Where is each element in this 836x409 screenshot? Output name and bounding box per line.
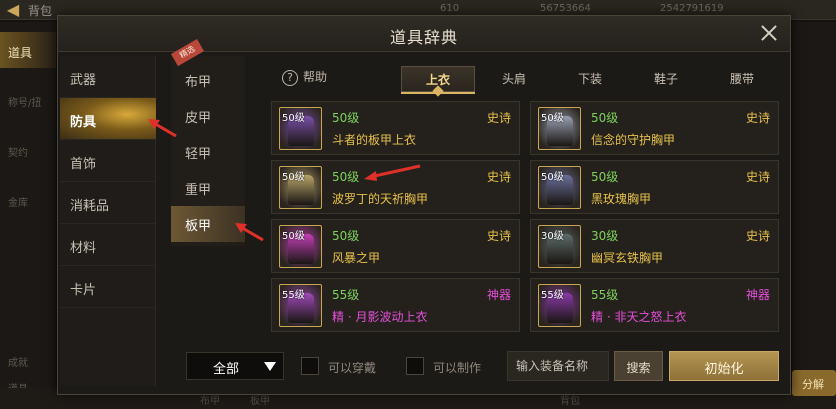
thumbnail-level: 50级	[282, 113, 305, 124]
item-thumbnail[interactable]: 55级	[538, 284, 581, 327]
item-name: 斗者的板甲上衣	[332, 133, 417, 147]
item-level: 50级	[332, 229, 360, 243]
background-title: 背包	[28, 4, 53, 18]
item-thumbnail[interactable]: 50级	[538, 166, 581, 209]
bg-sidebar-item-contract[interactable]: 契约	[0, 132, 56, 168]
item-name: 精 · 非天之怒上衣	[591, 310, 687, 324]
item-level: 50级	[591, 170, 619, 184]
tab-belt[interactable]: 腰带	[705, 66, 779, 92]
dialog-header: 道具辞典	[58, 16, 790, 52]
bg-sidebar-item-vault[interactable]: 金库	[0, 182, 56, 218]
tab-shoulder[interactable]: 头肩	[477, 66, 551, 92]
background-right-panel	[792, 22, 836, 409]
thumbnail-level: 50级	[282, 231, 305, 242]
search-button[interactable]: 搜索	[614, 351, 663, 381]
item-rarity: 神器	[486, 288, 511, 302]
thumbnail-level: 55级	[282, 290, 305, 301]
item-rarity: 史诗	[745, 170, 770, 184]
can-craft-label: 可以制作	[433, 361, 482, 375]
item-card[interactable]: 50级 50级 史诗斗者的板甲上衣	[271, 101, 520, 155]
tab-shoes[interactable]: 鞋子	[629, 66, 703, 92]
help-link[interactable]: ? 帮助	[282, 68, 327, 88]
category-card[interactable]: 卡片	[60, 266, 156, 308]
item-level: 50级	[332, 170, 360, 184]
item-thumbnail[interactable]: 50级	[279, 166, 322, 209]
bg-sidebar-item-items[interactable]: 道具	[0, 32, 56, 68]
item-card[interactable]: 30级 30级 史诗幽冥玄铁胸甲	[530, 219, 779, 273]
item-grid: 50级 50级 史诗 斗者的板甲上衣 50级 50级 史诗 信念的守护胸甲 50级 50级 史诗 波罗…	[271, 101, 779, 341]
reset-button[interactable]: 初始化	[669, 351, 779, 381]
item-card[interactable]: 50级 50级 史诗风暴之甲	[271, 219, 520, 273]
background-sidebar: 道具 称号/扭 契约 金库 成就 道具	[0, 22, 56, 409]
item-level: 50级	[332, 111, 360, 125]
item-level: 30级	[591, 229, 619, 243]
armor-type-leather[interactable]: 皮甲	[171, 98, 245, 134]
armor-type-cloth[interactable]: 布甲	[171, 62, 245, 98]
thumbnail-level: 30级	[541, 231, 564, 242]
thumbnail-level: 50级	[282, 172, 305, 183]
item-rarity: 史诗	[745, 229, 770, 243]
item-thumbnail[interactable]: 50级	[279, 225, 322, 268]
item-card[interactable]: 55级 55级 神器精 · 月影波动上衣	[271, 278, 520, 332]
back-arrow-icon[interactable]: ◀	[4, 1, 22, 19]
armor-type-list: 布甲 皮甲 轻甲 重甲 板甲	[171, 56, 245, 246]
item-rarity: 史诗	[745, 111, 770, 125]
item-level: 55级	[332, 288, 360, 302]
can-craft-checkbox[interactable]	[406, 357, 424, 375]
close-icon[interactable]	[758, 22, 780, 44]
dropdown-arrow-icon[interactable]	[264, 362, 276, 371]
tab-pants[interactable]: 下装	[553, 66, 627, 92]
category-list: 武器 防具 首饰 消耗品 材料 卡片	[60, 56, 156, 386]
armor-type-heavy[interactable]: 重甲	[171, 170, 245, 206]
disassemble-button[interactable]: 分解	[792, 370, 836, 396]
annotation-arrow-plate-icon	[235, 223, 264, 242]
item-name: 波罗丁的天祈胸甲	[332, 192, 429, 206]
resource-count-1: 610	[440, 3, 460, 14]
category-weapon[interactable]: 武器	[60, 56, 156, 98]
armor-type-light[interactable]: 轻甲	[171, 134, 245, 170]
category-armor[interactable]: 防具	[60, 98, 156, 140]
item-rarity: 神器	[745, 288, 770, 302]
category-consumable[interactable]: 消耗品	[60, 182, 156, 224]
thumbnail-level: 55级	[541, 290, 564, 301]
item-level: 50级	[591, 111, 619, 125]
item-dictionary-dialog: 道具辞典 武器 防具 首饰 消耗品 材料 卡片 布甲 皮甲 轻甲 重甲 板甲 精…	[57, 15, 791, 395]
can-wear-label: 可以穿戴	[328, 361, 377, 375]
item-thumbnail[interactable]: 55级	[279, 284, 322, 327]
can-wear-checkbox[interactable]	[301, 357, 319, 375]
dialog-title: 道具辞典	[389, 28, 458, 47]
item-level: 55级	[591, 288, 619, 302]
question-icon: ?	[282, 69, 298, 86]
bg-sidebar-item-titles[interactable]: 称号/扭	[0, 82, 56, 118]
category-material[interactable]: 材料	[60, 224, 156, 266]
help-label: 帮助	[303, 70, 328, 84]
item-thumbnail[interactable]: 30级	[538, 225, 581, 268]
annotation-arrow-armor-icon	[148, 119, 177, 138]
item-rarity: 史诗	[486, 170, 511, 184]
item-thumbnail[interactable]: 50级	[279, 107, 322, 150]
item-rarity: 史诗	[486, 111, 511, 125]
thumbnail-level: 50级	[541, 172, 564, 183]
item-name: 信念的守护胸甲	[591, 133, 676, 147]
item-name: 幽冥玄铁胸甲	[591, 251, 664, 265]
item-name: 黑玫瑰胸甲	[591, 192, 652, 206]
item-name: 风暴之甲	[332, 251, 381, 265]
resource-count-3: 2542791619	[660, 3, 724, 14]
category-accessory[interactable]: 首饰	[60, 140, 156, 182]
resource-count-2: 56753664	[540, 3, 591, 14]
item-card[interactable]: 55级 55级 神器精 · 非天之怒上衣	[530, 278, 779, 332]
annotation-arrow-item-icon	[364, 164, 421, 181]
item-name: 精 · 月影波动上衣	[332, 310, 428, 324]
item-thumbnail[interactable]: 50级	[538, 107, 581, 150]
equipment-search-input[interactable]	[507, 351, 609, 381]
item-card[interactable]: 50级 50级 史诗信念的守护胸甲	[530, 101, 779, 155]
item-card[interactable]: 50级 50级 史诗黑玫瑰胸甲	[530, 160, 779, 214]
thumbnail-level: 50级	[541, 113, 564, 124]
item-rarity: 史诗	[486, 229, 511, 243]
